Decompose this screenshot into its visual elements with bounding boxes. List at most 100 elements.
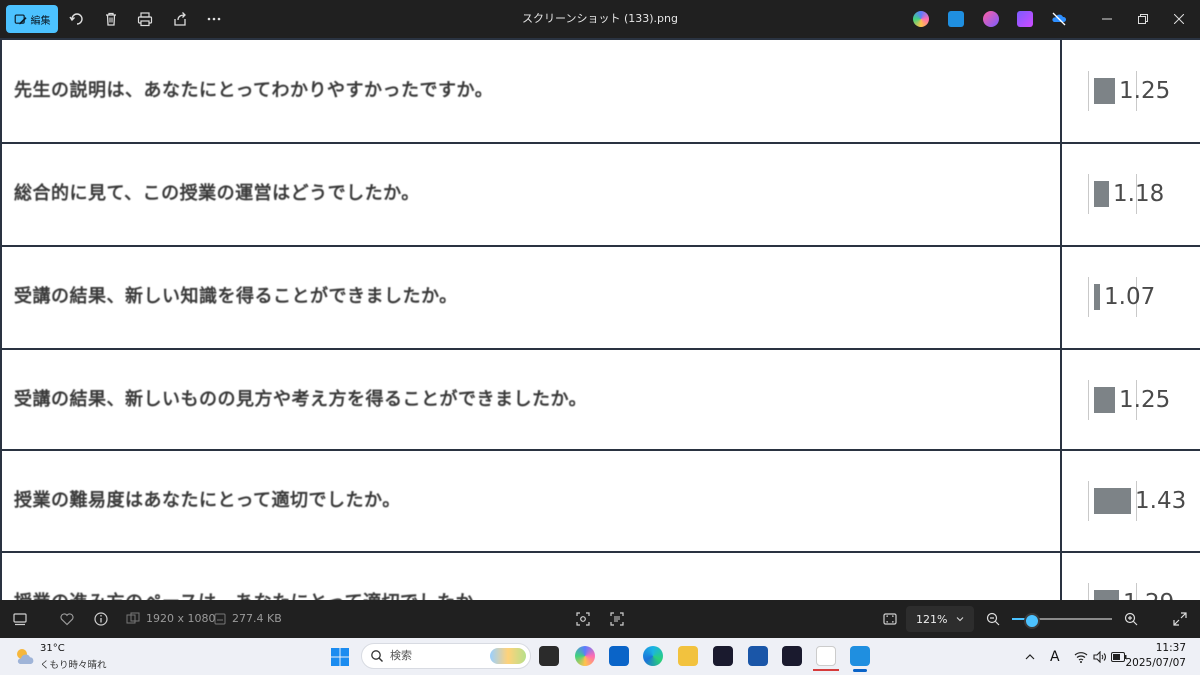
microsoft-store-icon[interactable] bbox=[748, 646, 768, 666]
question-text: 授業の進み方のペースは、あなたにとって適切でしたか。 bbox=[14, 553, 492, 600]
more-options-button[interactable] bbox=[200, 5, 228, 33]
scale-tick bbox=[1088, 174, 1089, 214]
score-bar bbox=[1094, 284, 1100, 310]
share-button[interactable] bbox=[166, 5, 194, 33]
windows-taskbar: 31°C くもり時々晴れ 検索 A 11:37 2025/07/07 bbox=[0, 638, 1200, 675]
weather-description: くもり時々晴れ bbox=[40, 660, 107, 671]
zoom-in-icon bbox=[1124, 612, 1138, 626]
file-size-icon bbox=[213, 612, 227, 626]
edit-image-icon bbox=[14, 13, 27, 24]
app-icon-3[interactable] bbox=[816, 646, 836, 666]
score-bar bbox=[1094, 78, 1115, 104]
network-button[interactable] bbox=[1074, 638, 1088, 675]
question-text: 総合的に見て、この授業の運営はどうでしたか。 bbox=[14, 183, 420, 204]
score-value: 1.43 bbox=[1135, 488, 1187, 514]
start-button[interactable] bbox=[330, 647, 350, 667]
visual-search-button[interactable] bbox=[575, 611, 591, 627]
minimize-icon bbox=[1102, 18, 1112, 20]
file-size: 277.4 KB bbox=[232, 612, 282, 625]
viewer-statusbar: 1920 x 1080 277.4 KB 121% bbox=[0, 600, 1200, 638]
file-explorer-icon[interactable] bbox=[678, 646, 698, 666]
task-view-icon[interactable] bbox=[539, 646, 559, 666]
score-value: 1.07 bbox=[1104, 284, 1156, 310]
table-row: 受講の結果、新しい知識を得ることができましたか。 1.07 bbox=[0, 247, 1200, 347]
search-placeholder: 検索 bbox=[390, 649, 412, 662]
edit-label: 編集 bbox=[30, 15, 51, 27]
score-bar bbox=[1094, 387, 1115, 413]
minimize-button[interactable] bbox=[1088, 0, 1126, 38]
active-app-indicator bbox=[853, 669, 867, 672]
visual-search-icon bbox=[576, 612, 590, 626]
ime-indicator[interactable]: A bbox=[1050, 638, 1060, 675]
app-running-indicator bbox=[813, 669, 839, 671]
edge-icon[interactable] bbox=[643, 646, 663, 666]
table-row: 先生の説明は、あなたにとってわかりやすかったですか。 1.25 bbox=[0, 41, 1200, 141]
copilot-icon[interactable] bbox=[913, 11, 929, 27]
app-toolbar: 編集 スクリーンショット (133).png bbox=[0, 0, 1200, 38]
question-text: 授業の難易度はあなたにとって適切でしたか。 bbox=[14, 490, 401, 511]
edit-button[interactable]: 編集 bbox=[6, 5, 58, 33]
share-icon bbox=[174, 12, 186, 26]
image-canvas[interactable]: 先生の説明は、あなたにとってわかりやすかったですか。 1.25 総合的に見て、こ… bbox=[0, 38, 1200, 600]
zoom-in-button[interactable] bbox=[1123, 611, 1139, 627]
image-dimensions: 1920 x 1080 bbox=[146, 612, 216, 625]
scale-tick bbox=[1088, 380, 1089, 420]
text-scan-button[interactable] bbox=[609, 611, 625, 627]
favorite-button[interactable] bbox=[59, 611, 75, 627]
onedrive-off-icon[interactable] bbox=[1051, 11, 1067, 27]
score-value: 1.25 bbox=[1119, 387, 1171, 413]
rotate-button[interactable] bbox=[63, 5, 91, 33]
restore-icon bbox=[1138, 14, 1148, 24]
question-text: 受講の結果、新しい知識を得ることができましたか。 bbox=[14, 286, 458, 307]
filmstrip-icon bbox=[13, 613, 27, 626]
app-icon-1[interactable] bbox=[713, 646, 733, 666]
filmstrip-toggle-button[interactable] bbox=[12, 611, 28, 627]
trash-icon bbox=[106, 12, 116, 26]
scale-tick bbox=[1088, 71, 1089, 111]
clipchamp-icon[interactable] bbox=[1017, 11, 1033, 27]
score-bar bbox=[1094, 590, 1119, 600]
delete-button[interactable] bbox=[97, 5, 125, 33]
table-row: 総合的に見て、この授業の運営はどうでしたか。 1.18 bbox=[0, 144, 1200, 244]
outlook-icon[interactable] bbox=[609, 646, 629, 666]
score-bar bbox=[1094, 488, 1131, 514]
search-icon bbox=[371, 650, 383, 662]
clock-date[interactable]: 2025/07/07 bbox=[1125, 657, 1186, 669]
heart-icon bbox=[60, 613, 74, 626]
close-icon bbox=[1174, 14, 1184, 24]
scan-text-icon bbox=[610, 612, 624, 626]
chevron-down-icon bbox=[956, 617, 964, 622]
close-button[interactable] bbox=[1160, 0, 1198, 38]
zoom-out-icon bbox=[986, 612, 1000, 626]
weather-widget[interactable] bbox=[14, 646, 36, 668]
show-hidden-icons-button[interactable] bbox=[1025, 638, 1035, 675]
printer-icon bbox=[137, 12, 153, 27]
info-icon bbox=[94, 612, 108, 626]
fullscreen-button[interactable] bbox=[1172, 611, 1188, 627]
score-value: 1.25 bbox=[1119, 78, 1171, 104]
scale-tick bbox=[1088, 583, 1089, 600]
photos-editor-icon[interactable] bbox=[948, 11, 964, 27]
question-text: 先生の説明は、あなたにとってわかりやすかったですか。 bbox=[14, 80, 494, 101]
restore-button[interactable] bbox=[1124, 0, 1162, 38]
zoom-out-button[interactable] bbox=[985, 611, 1001, 627]
chevron-up-icon bbox=[1025, 653, 1035, 659]
app-icon-2[interactable] bbox=[782, 646, 802, 666]
taskbar-search-box[interactable]: 検索 bbox=[361, 643, 531, 669]
file-info-button[interactable] bbox=[93, 611, 109, 627]
wifi-icon bbox=[1074, 651, 1088, 663]
search-highlight-icon bbox=[490, 648, 526, 664]
volume-button[interactable] bbox=[1093, 638, 1107, 675]
score-bar bbox=[1094, 181, 1109, 207]
photos-taskbar-icon[interactable] bbox=[850, 646, 870, 666]
rotate-icon bbox=[69, 13, 83, 25]
scale-tick bbox=[1088, 481, 1089, 521]
print-button[interactable] bbox=[131, 5, 159, 33]
clock-time[interactable]: 11:37 bbox=[1156, 642, 1186, 654]
designer-icon[interactable] bbox=[983, 11, 999, 27]
zoom-dropdown[interactable]: 121% bbox=[906, 606, 974, 632]
copilot-taskbar-icon[interactable] bbox=[575, 646, 595, 666]
zoom-slider-thumb[interactable] bbox=[1024, 613, 1040, 629]
table-row: 授業の進み方のペースは、あなたにとって適切でしたか。 1.29 bbox=[0, 553, 1200, 600]
fit-to-window-button[interactable] bbox=[882, 611, 898, 627]
